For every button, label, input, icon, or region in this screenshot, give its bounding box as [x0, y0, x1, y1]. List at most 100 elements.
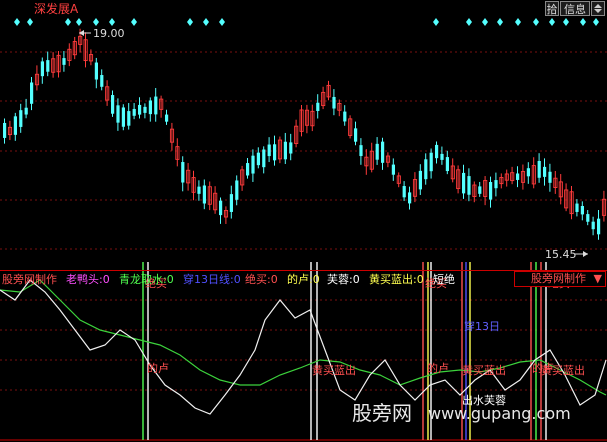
indicator-selector[interactable]: 股旁网制作 ▼	[514, 271, 606, 287]
signal-label: 黄买蓝出	[312, 363, 356, 377]
chart-canvas[interactable]: 19.00 15.45 绝买绝买绝买的卢的卢的卢黄买蓝出黄买蓝出黄买蓝出穿13日…	[0, 0, 607, 442]
indicator-selector-label: 股旁网制作	[531, 272, 586, 285]
candle-body	[94, 62, 98, 80]
chart-window: { "header":{ "period":"日线", "stock_name"…	[0, 0, 607, 442]
candle-body	[229, 194, 233, 212]
candle-body	[591, 221, 595, 230]
candle-body	[575, 203, 579, 212]
signal-diamond	[515, 18, 521, 26]
candle-body	[19, 110, 23, 127]
signal-diamond	[563, 18, 569, 26]
candle-body	[3, 122, 7, 138]
candle-body	[435, 144, 439, 159]
candle-body	[418, 170, 422, 190]
signal-diamond	[76, 18, 82, 26]
signal-diamond	[533, 18, 539, 26]
signal-diamond	[466, 18, 472, 26]
candle-body	[408, 192, 412, 204]
candle-body	[100, 75, 104, 87]
candle-body	[181, 162, 185, 183]
signal-label: 出水芙蓉	[462, 393, 506, 407]
signal-diamond	[109, 18, 115, 26]
indicator-grid	[0, 299, 607, 441]
legend-item-laoyatou: 老鸭头:0	[66, 273, 110, 286]
signal-diamond	[14, 18, 20, 26]
candle-body	[154, 96, 158, 115]
candle-body	[478, 186, 482, 194]
candle-body	[202, 185, 206, 204]
candle-body	[246, 163, 250, 176]
low-price-label: 15.45	[545, 248, 577, 261]
candle-body	[256, 152, 260, 166]
indicator-name[interactable]: 股旁网制作	[2, 273, 57, 286]
candle-body	[219, 200, 223, 216]
signal-label: 黄买蓝出	[541, 363, 585, 377]
legend-item-delu: 的卢:0	[287, 273, 320, 286]
candle-body	[62, 58, 66, 65]
candle-body	[127, 111, 131, 126]
signal-diamond	[482, 18, 488, 26]
signal-diamond	[497, 18, 503, 26]
candle-body	[580, 206, 584, 215]
signal-diamond	[593, 18, 599, 26]
candle-body	[289, 142, 293, 154]
trend-line-green	[0, 279, 607, 396]
signal-diamond	[27, 18, 33, 26]
candle-body	[332, 96, 336, 109]
candle-body	[526, 168, 530, 177]
signal-diamond	[219, 18, 225, 26]
legend-item-juemai: 绝买:0	[245, 273, 278, 286]
price-grid	[0, 51, 607, 250]
legend-item-huangmai: 黄买蓝出:0	[369, 273, 424, 286]
candle-body	[359, 145, 363, 157]
candle-body	[197, 186, 201, 194]
candle-body	[316, 102, 320, 111]
candle-body	[548, 171, 552, 183]
signal-label: 黄买蓝出	[462, 363, 506, 377]
candle-body	[283, 141, 287, 160]
legend-item-furong: 芙蓉:0	[327, 273, 360, 286]
signal-diamond	[549, 18, 555, 26]
candle-body	[462, 172, 466, 194]
signal-diamond	[580, 18, 586, 26]
signal-diamond	[65, 18, 71, 26]
candle-body	[148, 100, 152, 115]
candle-body	[440, 153, 444, 160]
candle-body	[445, 157, 449, 172]
candle-body	[429, 152, 433, 172]
candle-body	[132, 108, 136, 116]
candle-body	[424, 159, 428, 180]
legend-item-qinglong: 青龙取水:0	[119, 273, 174, 286]
candle-body	[40, 61, 44, 77]
candle-body	[402, 186, 406, 198]
candle-body	[354, 128, 358, 142]
indicator-signal-bars	[142, 262, 547, 440]
candle-body	[494, 180, 498, 189]
signal-diamond	[433, 18, 439, 26]
candle-body	[138, 104, 142, 115]
candle-body	[13, 116, 17, 135]
candle-body	[467, 176, 471, 195]
candle-body	[143, 106, 147, 113]
candlestick-series	[3, 28, 607, 240]
signal-diamond	[203, 18, 209, 26]
signal-diamond	[187, 18, 193, 26]
candle-body	[381, 141, 385, 163]
low-annotation: 15.45	[545, 248, 588, 261]
candle-body	[46, 60, 50, 72]
candle-body	[597, 218, 601, 235]
candle-body	[391, 164, 395, 175]
signal-diamond	[93, 18, 99, 26]
candle-body	[262, 149, 266, 168]
legend-item-duanjue: 短绝	[433, 273, 455, 286]
high-price-label: 19.00	[93, 27, 125, 40]
candle-body	[116, 105, 120, 123]
candle-body	[30, 82, 34, 104]
candle-body	[273, 144, 277, 161]
signal-labels: 绝买绝买绝买的卢的卢的卢黄买蓝出黄买蓝出黄买蓝出穿13日出水芙蓉	[145, 276, 585, 407]
candle-body	[375, 143, 379, 160]
candle-body	[235, 180, 239, 200]
buy-signal-markers	[14, 18, 599, 26]
candle-body	[111, 95, 115, 114]
candle-body	[121, 107, 125, 127]
